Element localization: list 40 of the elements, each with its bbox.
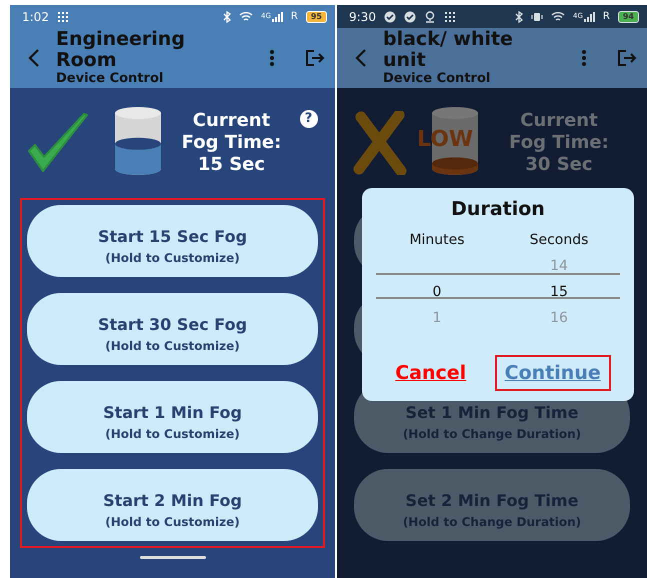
fog-button[interactable]: Start 15 Sec Fog (Hold to Customize) bbox=[27, 205, 318, 277]
picker-column-heading: Minutes bbox=[408, 230, 466, 250]
bluetooth-icon bbox=[515, 10, 524, 22]
more-menu-icon[interactable] bbox=[581, 49, 587, 67]
grid-icon bbox=[56, 10, 69, 22]
battery-indicator: 94 bbox=[618, 10, 639, 22]
battery-indicator: 95 bbox=[306, 10, 327, 22]
grid-icon bbox=[444, 10, 456, 22]
picker-value[interactable]: 15 bbox=[498, 278, 620, 305]
screen-subtitle: Device Control bbox=[56, 71, 164, 87]
screen-title: black/ white unit bbox=[383, 29, 514, 71]
fog-time-label: Current Fog Time: bbox=[508, 110, 610, 154]
signal-icon bbox=[582, 10, 595, 22]
location-pin-icon bbox=[424, 10, 436, 22]
wifi-icon bbox=[551, 10, 566, 22]
more-menu-icon[interactable] bbox=[269, 49, 275, 67]
help-icon[interactable]: ? bbox=[300, 110, 318, 128]
fog-time-label: Current Fog Time: bbox=[180, 110, 282, 154]
picker-column-heading: Seconds bbox=[528, 230, 590, 250]
fog-time-value: 30 Sec bbox=[524, 154, 594, 176]
clock-time: 9:30 bbox=[349, 8, 376, 26]
wifi-icon bbox=[239, 10, 254, 22]
screen-title: Engineering Room bbox=[56, 29, 186, 71]
vibrate-icon bbox=[531, 10, 544, 22]
fog-button[interactable]: Start 1 Min Fog (Hold to Customize) bbox=[27, 381, 318, 453]
logout-icon[interactable] bbox=[305, 49, 325, 67]
logout-icon[interactable] bbox=[617, 49, 637, 67]
picker-value[interactable]: 0 bbox=[376, 278, 498, 305]
check-circle-icon bbox=[384, 10, 396, 22]
fog-time-value: 15 Sec bbox=[196, 154, 266, 176]
fog-button[interactable]: Start 30 Sec Fog (Hold to Customize) bbox=[27, 293, 318, 365]
check-circle-icon bbox=[404, 10, 416, 22]
dialog-title: Duration bbox=[450, 198, 546, 221]
signal-icon bbox=[270, 10, 283, 22]
fog-button[interactable]: Start 2 Min Fog (Hold to Customize) bbox=[27, 469, 318, 541]
roaming-indicator: R bbox=[290, 10, 298, 24]
roaming-indicator: R bbox=[602, 10, 610, 24]
screen-subtitle: Device Control bbox=[383, 71, 492, 87]
bluetooth-icon bbox=[223, 10, 232, 22]
clock-time: 1:02 bbox=[22, 8, 49, 26]
